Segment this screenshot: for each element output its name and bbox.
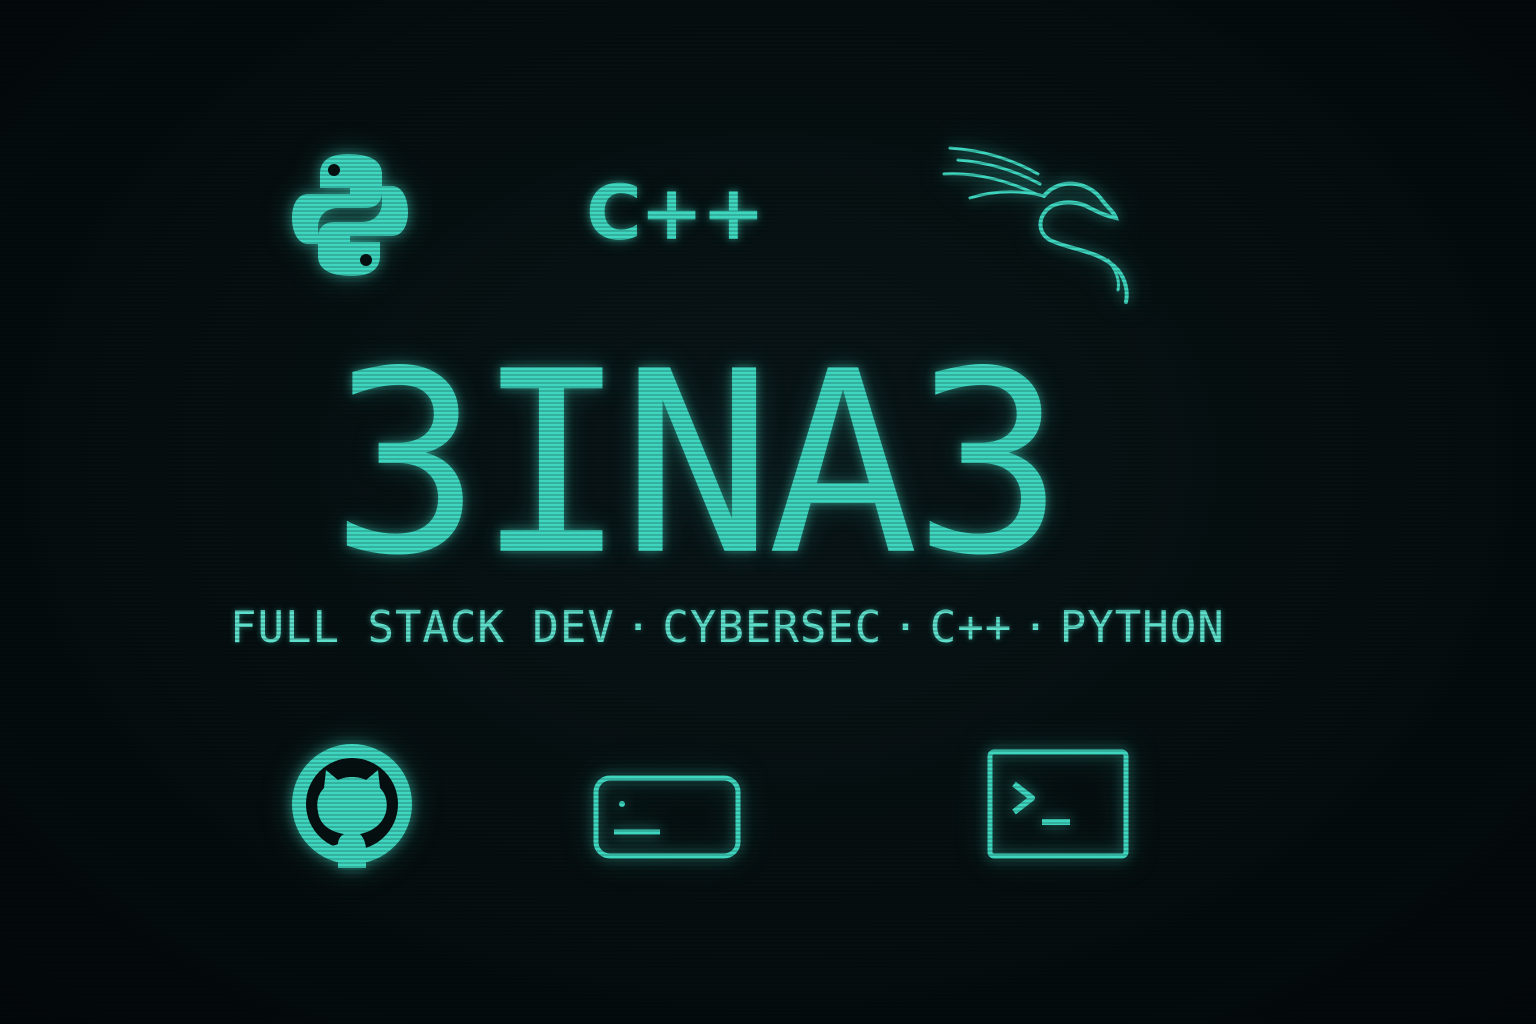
github-icon <box>290 740 414 870</box>
terminal-icon <box>986 748 1130 860</box>
banner: C++ 3INA3 FULL STACK DEV · CYBERSEC · C++ · PY… <box>0 0 1536 1024</box>
separator: · <box>892 602 920 653</box>
separator: · <box>1022 602 1050 653</box>
cpp-logo: C++ <box>586 168 765 257</box>
subtitle-item-full-stack: FULL STACK DEV <box>230 602 615 653</box>
subtitle: FULL STACK DEV · CYBERSEC · C++ · PYTHON <box>230 600 1224 656</box>
page-title: 3INA3 <box>330 318 1065 611</box>
kali-dragon-icon <box>940 140 1140 310</box>
subtitle-item-cpp: C++ <box>929 602 1013 653</box>
subtitle-item-cybersec: CYBERSEC <box>662 602 883 653</box>
input-field-icon <box>592 774 742 860</box>
python-icon <box>292 152 408 278</box>
subtitle-item-python: PYTHON <box>1059 602 1225 653</box>
separator: · <box>624 602 653 653</box>
